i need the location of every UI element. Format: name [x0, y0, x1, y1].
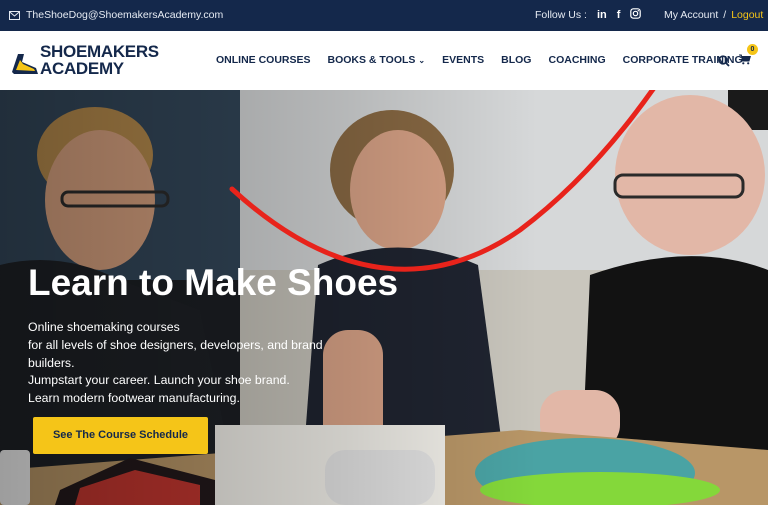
- cart-count-badge: 0: [747, 44, 758, 55]
- nav-blog[interactable]: BLOG: [501, 54, 531, 66]
- nav-label: ONLINE COURSES: [216, 54, 311, 66]
- hero-line: Jumpstart your career. Launch your shoe …: [28, 373, 290, 388]
- account-separator: /: [723, 9, 727, 21]
- nav-label: BOOKS & TOOLS: [327, 54, 416, 66]
- social-links: Follow Us : in f: [535, 8, 642, 22]
- nav-coaching[interactable]: COACHING: [548, 54, 605, 66]
- nav-label: BLOG: [501, 54, 532, 66]
- linkedin-icon[interactable]: in: [597, 9, 607, 21]
- hero-subtitle: Online shoemaking courses for all levels…: [28, 319, 328, 408]
- email-text: TheShoeDog@ShoemakersAcademy.com: [26, 9, 224, 21]
- logout-link[interactable]: Logout: [731, 9, 763, 21]
- course-schedule-button[interactable]: See The Course Schedule: [33, 417, 208, 454]
- instagram-icon[interactable]: [630, 8, 642, 22]
- chevron-down-icon: ⌄: [418, 55, 426, 65]
- nav-online-courses[interactable]: ONLINE COURSES: [216, 54, 311, 66]
- nav-label: COACHING: [548, 54, 606, 66]
- shoe-logo-icon: [12, 54, 38, 74]
- account-links: My Account / Logout: [664, 9, 763, 21]
- mail-icon: [9, 10, 20, 20]
- main-nav: ONLINE COURSES BOOKS & TOOLS ⌄ EVENTS BLO…: [216, 54, 760, 66]
- cart-icon: [739, 54, 751, 65]
- logo-line2: ACADEMY: [40, 59, 124, 78]
- hero-line: Online shoemaking courses: [28, 320, 180, 334]
- header-icons: 0: [718, 44, 758, 70]
- nav-label: EVENTS: [442, 54, 485, 66]
- facebook-icon[interactable]: f: [617, 9, 621, 21]
- hero-section: Learn to Make Shoes Online shoemaking co…: [0, 90, 768, 505]
- site-logo[interactable]: SHOEMAKERS ACADEMY: [10, 42, 159, 80]
- hero-title: Learn to Make Shoes: [28, 262, 399, 303]
- top-bar: TheShoeDog@ShoemakersAcademy.com Follow …: [0, 0, 768, 31]
- hero-line: Learn modern footwear manufacturing.: [28, 391, 240, 406]
- site-header: SHOEMAKERS ACADEMY ONLINE COURSES BOOKS …: [0, 31, 768, 90]
- hero-line: for all levels of shoe designers, develo…: [28, 337, 323, 370]
- contact-email[interactable]: TheShoeDog@ShoemakersAcademy.com: [9, 9, 223, 21]
- cart-button[interactable]: 0: [739, 44, 758, 70]
- search-icon[interactable]: [718, 55, 730, 67]
- nav-events[interactable]: EVENTS: [442, 54, 484, 66]
- nav-books-tools[interactable]: BOOKS & TOOLS ⌄: [328, 54, 426, 66]
- follow-label: Follow Us :: [535, 9, 587, 21]
- my-account-link[interactable]: My Account: [664, 9, 718, 21]
